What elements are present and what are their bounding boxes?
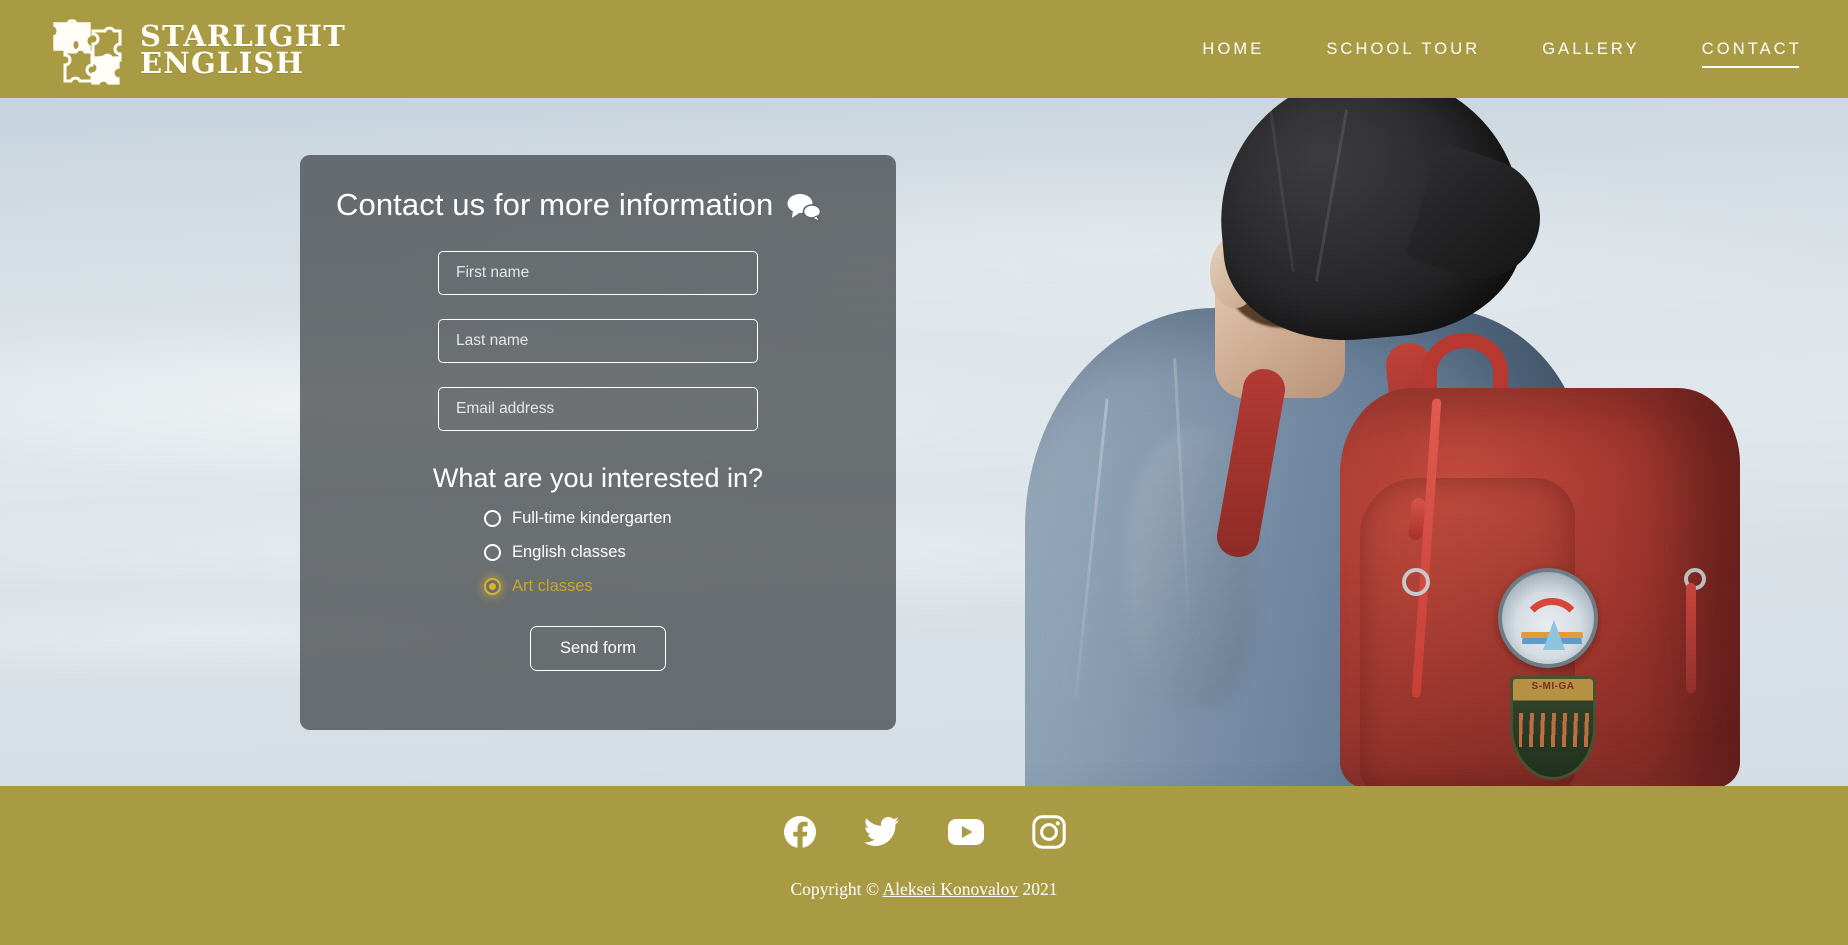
copyright-prefix: Copyright © bbox=[790, 879, 880, 899]
social-link-youtube[interactable] bbox=[947, 818, 985, 851]
nav-link-home[interactable]: HOME bbox=[1202, 32, 1264, 67]
send-form-button[interactable]: Send form bbox=[530, 626, 666, 671]
facebook-icon bbox=[783, 816, 816, 849]
twitter-icon bbox=[863, 816, 899, 846]
copyright-year: 2021 bbox=[1022, 879, 1058, 899]
contact-page: STARLIGHT ENGLISH HOME SCHOOL TOUR GALLE… bbox=[0, 0, 1848, 945]
social-link-twitter[interactable] bbox=[863, 816, 900, 853]
interest-question: What are you interested in? bbox=[432, 463, 764, 493]
contact-form-card: Contact us for more information What are… bbox=[300, 155, 896, 730]
radio-option-art-classes[interactable]: Art classes bbox=[484, 577, 593, 596]
radio-label: English classes bbox=[512, 543, 626, 561]
chat-bubbles-icon bbox=[787, 194, 822, 222]
radio-label: Full-time kindergarten bbox=[512, 509, 672, 527]
radio-circle-selected-icon bbox=[484, 578, 501, 595]
logo-wordmark: STARLIGHT ENGLISH bbox=[140, 22, 346, 80]
interest-options-group: Full-time kindergarten English classes A… bbox=[362, 509, 834, 596]
social-links bbox=[0, 786, 1848, 854]
nav-link-school-tour[interactable]: SCHOOL TOUR bbox=[1326, 32, 1480, 67]
last-name-input[interactable] bbox=[438, 319, 758, 363]
radio-label: Art classes bbox=[512, 577, 593, 595]
nav-link-gallery[interactable]: GALLERY bbox=[1542, 32, 1640, 67]
copyright-author-link[interactable]: Aleksei Konovalov bbox=[883, 879, 1019, 899]
social-link-facebook[interactable] bbox=[783, 815, 817, 854]
youtube-icon bbox=[947, 819, 984, 845]
hero-photo: S-MI-GA bbox=[0, 98, 1848, 786]
social-link-instagram[interactable] bbox=[1031, 815, 1066, 854]
instagram-icon bbox=[1031, 815, 1066, 849]
site-header: STARLIGHT ENGLISH HOME SCHOOL TOUR GALLE… bbox=[0, 0, 1848, 98]
site-logo[interactable]: STARLIGHT ENGLISH bbox=[48, 10, 346, 90]
radio-circle-icon bbox=[484, 510, 501, 527]
site-footer: Copyright © Aleksei Konovalov 2021 bbox=[0, 786, 1848, 945]
photo-grain bbox=[0, 98, 1848, 786]
radio-option-full-time-kindergarten[interactable]: Full-time kindergarten bbox=[484, 509, 672, 528]
radio-option-english-classes[interactable]: English classes bbox=[484, 543, 626, 562]
nav-link-contact[interactable]: CONTACT bbox=[1701, 32, 1802, 68]
logo-line-2: ENGLISH bbox=[140, 46, 305, 80]
contact-form-title: Contact us for more information bbox=[336, 187, 834, 223]
radio-circle-icon bbox=[484, 544, 501, 561]
email-address-input[interactable] bbox=[438, 387, 758, 431]
copyright-line: Copyright © Aleksei Konovalov 2021 bbox=[0, 879, 1848, 900]
puzzle-icon bbox=[53, 19, 122, 85]
first-name-input[interactable] bbox=[438, 251, 758, 295]
main-nav: HOME SCHOOL TOUR GALLERY CONTACT bbox=[1140, 0, 1802, 98]
contact-form-title-text: Contact us for more information bbox=[336, 187, 774, 222]
